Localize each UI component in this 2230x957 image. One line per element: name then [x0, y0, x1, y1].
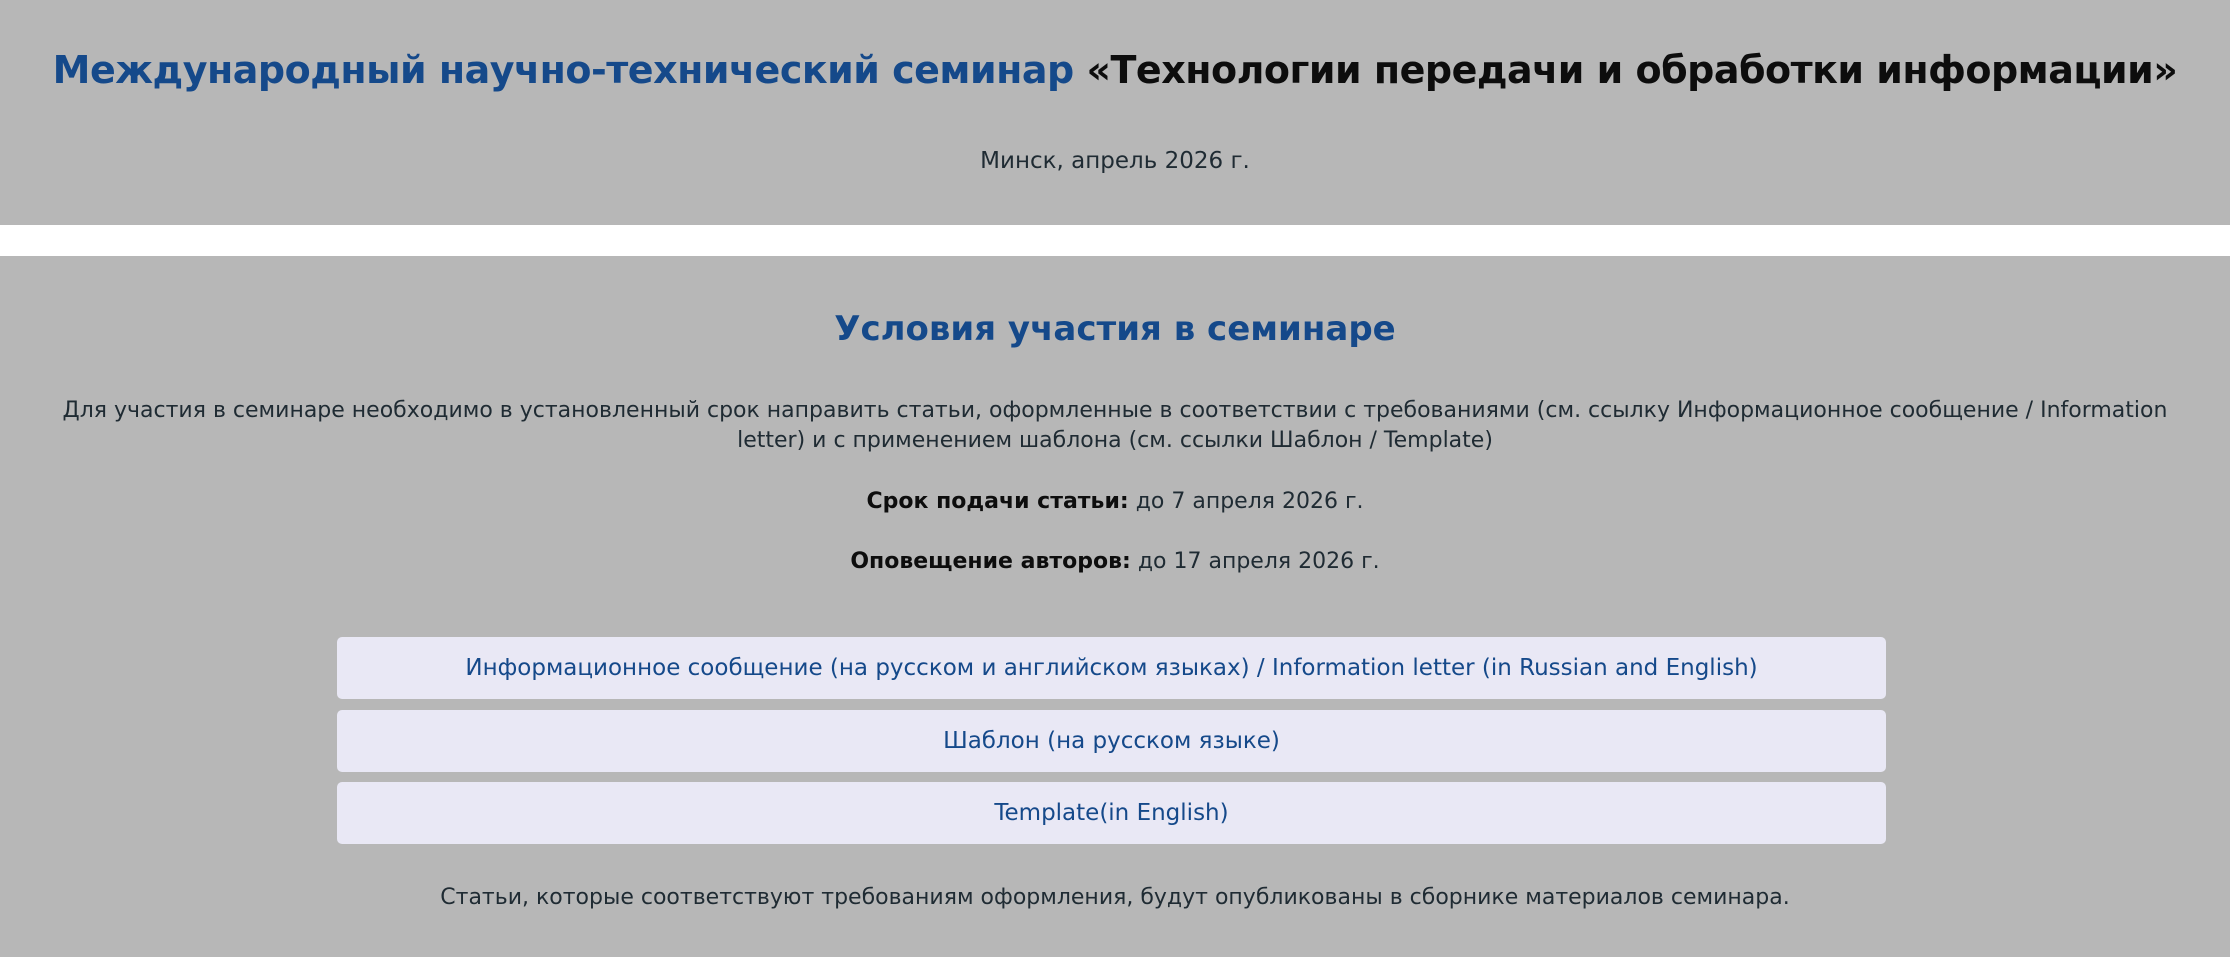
submission-deadline: Срок подачи статьи: до 7 апреля 2026 г. [0, 486, 2230, 518]
submission-deadline-label: Срок подачи статьи: [866, 489, 1129, 514]
intro-text: Для участия в семинаре необходимо в уста… [62, 398, 2168, 453]
header-section: Международный научно-технический семинар… [0, 0, 2230, 225]
template-russian-link[interactable]: Шаблон (на русском языке) [337, 710, 1886, 772]
seminar-location-date: Минск, апрель 2026 г. [980, 148, 1250, 174]
seminar-title-name: «Технологии передачи и обработки информа… [1086, 48, 2178, 92]
section-title: Условия участия в семинаре [834, 309, 1396, 349]
submission-deadline-value: до 7 апреля 2026 г. [1135, 489, 1364, 514]
information-letter-link[interactable]: Информационное сообщение (на русском и а… [337, 637, 1886, 699]
author-notification-label: Оповещение авторов: [850, 549, 1131, 574]
author-notification: Оповещение авторов: до 17 апреля 2026 г. [0, 546, 2230, 578]
author-notification-value: до 17 апреля 2026 г. [1137, 549, 1380, 574]
seminar-title-prefix: Международный научно-технический семинар [52, 48, 1075, 92]
conditions-section: Условия участия в семинаре Для участия в… [0, 256, 2230, 957]
template-english-link[interactable]: Template(in English) [337, 782, 1886, 844]
publication-note: Статьи, которые соответствуют требования… [440, 885, 1790, 910]
seminar-title: Международный научно-технический семинар… [0, 40, 2230, 100]
